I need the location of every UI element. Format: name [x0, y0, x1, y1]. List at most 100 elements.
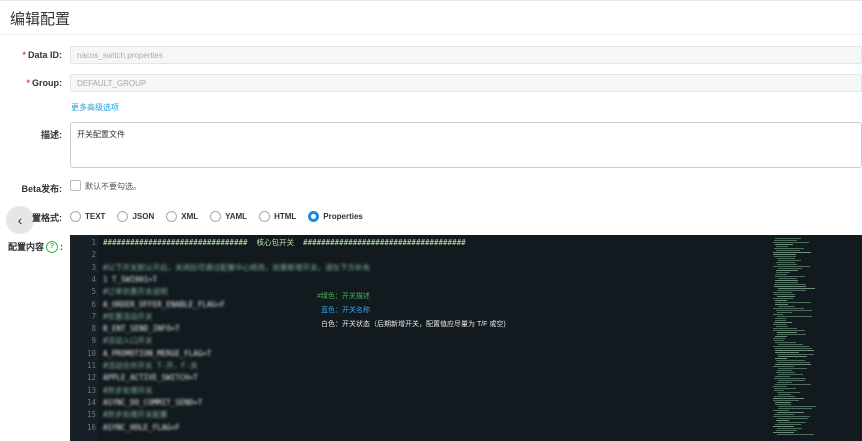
minimap-line	[775, 350, 814, 351]
minimap-line	[777, 264, 797, 265]
minimap-line	[775, 358, 787, 359]
minimap-line	[775, 280, 798, 281]
minimap-line	[773, 426, 794, 427]
minimap-line	[778, 260, 801, 261]
group-input[interactable]: DEFAULT_GROUP	[70, 74, 862, 92]
code-text: ASYNC_DO_COMMIT_SEND=T	[103, 397, 203, 407]
format-option-yaml[interactable]: YAML	[210, 210, 248, 222]
description-textarea[interactable]: 开关配置文件	[70, 122, 862, 168]
minimap-line	[775, 424, 801, 425]
line-number: 8	[91, 324, 96, 334]
question-circle-icon[interactable]: ?	[46, 240, 59, 253]
line-number: 15	[86, 410, 96, 420]
minimap-line	[775, 336, 787, 337]
format-option-xml[interactable]: XML	[166, 210, 198, 222]
line-number: 10	[86, 348, 96, 358]
code-line: 16 ASYNC_HOLE_FLAG=F	[70, 422, 770, 434]
minimap-line	[778, 408, 812, 409]
minimap-line	[778, 306, 795, 307]
minimap-line	[776, 262, 795, 263]
minimap-line	[778, 374, 803, 375]
group-label-text: Group:	[32, 78, 62, 88]
legend-annotation: #绿色：开关描述	[317, 293, 370, 300]
format-option-json[interactable]: JSON	[117, 210, 154, 222]
format-option-label: TEXT	[85, 211, 106, 221]
format-option-label: YAML	[225, 211, 248, 221]
minimap-line	[773, 266, 810, 267]
minimap-line	[775, 300, 787, 301]
minimap-line	[776, 310, 812, 311]
line-number: 11	[86, 361, 96, 370]
minimap-line	[773, 398, 804, 399]
minimap-line	[775, 376, 790, 377]
minimap-line	[774, 378, 806, 379]
code-text: APPLE_ACTIVE_SWITCH=T	[103, 373, 198, 383]
code-line: 5 #订单优惠开关说明	[70, 286, 770, 298]
legend-annotation: 白色：开关状态（后期新增开关，配置值应尽量为 T/F 或空)	[321, 321, 506, 328]
minimap-line	[773, 328, 797, 329]
beta-hint: 默认不要勾选。	[85, 182, 141, 191]
minimap-line	[773, 292, 792, 293]
minimap-line	[773, 400, 799, 401]
code-line: 15 #异步处理开关配置	[70, 409, 770, 421]
format-option-text[interactable]: TEXT	[70, 210, 106, 222]
minimap[interactable]	[773, 235, 853, 441]
minimap-line	[776, 272, 790, 273]
minimap-line	[775, 402, 791, 403]
top-border	[0, 0, 862, 1]
minimap-line	[774, 256, 796, 257]
minimap-line	[778, 380, 805, 381]
line-number: 7	[91, 311, 96, 321]
line-number: 5	[91, 287, 96, 297]
format-option-html[interactable]: HTML	[259, 210, 297, 222]
minimap-line	[774, 284, 806, 285]
minimap-line	[777, 332, 797, 333]
line-number: 14	[86, 397, 96, 407]
minimap-line	[776, 420, 789, 421]
code-editor[interactable]: 1 ################################ 核心包开关 …	[70, 235, 862, 441]
required-mark: *	[26, 78, 30, 88]
data-id-label-text: Data ID:	[27, 50, 62, 60]
code-text: A_ORDER_OFFER_ENABLE_FLAG=F	[103, 299, 225, 309]
radio-icon	[117, 210, 129, 222]
line-number: 1	[91, 238, 96, 247]
minimap-line	[774, 240, 797, 241]
minimap-line	[774, 390, 784, 391]
radio-icon	[70, 210, 81, 222]
advanced-options-link[interactable]: 更多高级选项	[71, 102, 119, 113]
data-id-input[interactable]: nacos_switch.properties	[70, 46, 862, 64]
code-text: ASYNC_HOLE_FLAG=F	[103, 422, 180, 432]
minimap-line	[775, 318, 786, 319]
code-line: 13 #异步处理开关	[70, 385, 770, 397]
content-label-text: 配置内容	[8, 242, 45, 252]
minimap-line	[776, 246, 788, 247]
minimap-line	[778, 422, 806, 423]
code-text: #活动入口开关	[103, 336, 153, 346]
code-line: 2	[70, 249, 770, 261]
format-option-properties[interactable]: Properties	[308, 210, 363, 222]
line-number: 16	[86, 422, 96, 432]
minimap-line	[773, 330, 805, 331]
code-text: #以下开关默认开启，关闭后可通过配置中心修改，如果新增开关，请在下方补充	[103, 262, 371, 272]
minimap-line	[777, 296, 795, 297]
code-text: B_ENT_SEND_INFO=T	[103, 324, 180, 334]
minimap-line	[777, 334, 806, 335]
format-option-label: HTML	[274, 211, 297, 221]
code-text: ################################ 核心包开关 #…	[103, 238, 466, 247]
legend-annotation: 蓝色：开关名称	[321, 307, 370, 314]
minimap-line	[773, 366, 794, 367]
code-text: #优惠活动开关	[103, 311, 153, 321]
code-text: 1 T_SWI001=T	[103, 274, 158, 284]
radio-icon	[210, 210, 222, 222]
title-divider	[0, 34, 862, 35]
minimap-line	[778, 288, 815, 289]
minimap-line	[775, 384, 811, 385]
beta-checkbox[interactable]	[70, 180, 81, 191]
minimap-line	[774, 414, 794, 415]
description-label: 描述:	[41, 130, 62, 140]
minimap-line	[777, 362, 810, 363]
minimap-line	[778, 344, 803, 345]
minimap-line	[773, 416, 810, 417]
line-number: 12	[86, 373, 96, 383]
code-line: 1 ################################ 核心包开关 …	[70, 237, 770, 249]
